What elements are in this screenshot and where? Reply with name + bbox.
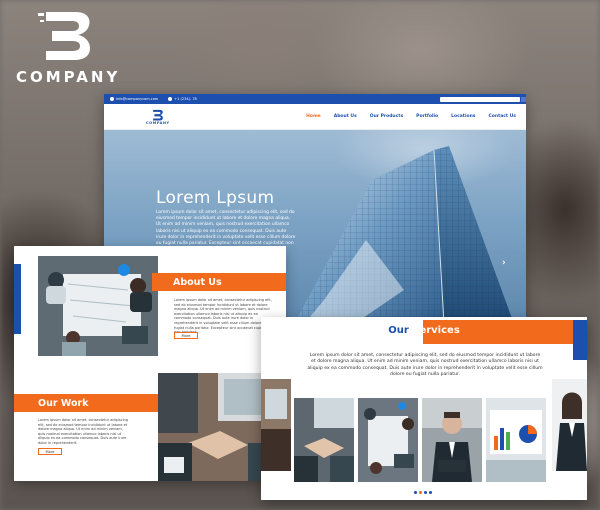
service-thumb-businessman[interactable] [422, 398, 482, 482]
services-title-part2: Services [412, 325, 460, 336]
about-title: About Us [152, 273, 286, 291]
mail-icon [110, 97, 114, 101]
company-logo: COMPANY [16, 8, 126, 86]
nav-links: Home About Us Our Products Portfolio Loc… [306, 114, 516, 119]
nav-item-about[interactable]: About Us [334, 114, 357, 119]
email-contact[interactable]: info@companycom.com [110, 97, 158, 101]
services-text: Lorem ipsum dolor sit amet, consectetur … [307, 353, 543, 378]
main-navbar: COMPANY Home About Us Our Products Portf… [104, 104, 526, 130]
phone-icon [168, 97, 173, 101]
side-photo-left [261, 379, 291, 471]
hero-title: Lorem Lpsum [156, 188, 275, 208]
nav-item-contact[interactable]: Contact Us [488, 114, 516, 119]
nav-logo[interactable]: COMPANY [146, 109, 170, 125]
phone-contact[interactable]: +1 (234)- 78 [168, 97, 197, 101]
about-work-mockup: About Us Lorem ipsum dolor sit amet, con… [14, 246, 286, 481]
service-thumb-handshake[interactable] [294, 398, 354, 482]
slider-dot[interactable] [429, 491, 432, 494]
chevron-right-icon[interactable]: › [502, 258, 506, 268]
nav-item-home[interactable]: Home [306, 114, 321, 119]
service-thumb-charts[interactable] [486, 398, 546, 482]
nav-logo-word: COMPANY [146, 120, 170, 125]
nav-item-products[interactable]: Our Products [370, 114, 403, 119]
top-contact-bar: info@companycom.com +1 (234)- 78 [104, 94, 526, 104]
slider-dot[interactable] [414, 491, 417, 494]
nav-item-portfolio[interactable]: Portfolio [416, 114, 438, 119]
team-meeting-photo [38, 256, 158, 356]
service-thumb-team[interactable] [358, 398, 418, 482]
services-gallery [294, 398, 546, 482]
b-logo-icon [38, 12, 90, 60]
services-title: Our Services [261, 325, 587, 336]
work-more-button[interactable]: More [38, 448, 62, 455]
slider-dot-active[interactable] [419, 491, 422, 494]
services-title-part1: Our [388, 325, 409, 336]
slider-dots [414, 491, 432, 494]
side-photo-right [552, 379, 587, 471]
about-more-button[interactable]: More [174, 332, 198, 339]
nav-item-locations[interactable]: Locations [451, 114, 475, 119]
work-title: Our Work [14, 394, 166, 412]
b-logo-icon [152, 109, 163, 121]
blue-accent-bar [14, 264, 21, 334]
logo-wordmark: COMPANY [16, 68, 121, 86]
work-text: Lorem ipsum dolor sit amet, consectetur … [38, 418, 128, 445]
slider-dot[interactable] [424, 491, 427, 494]
services-mockup: Our Services Lorem ipsum dolor sit amet,… [261, 317, 587, 500]
search-input[interactable] [440, 96, 526, 102]
